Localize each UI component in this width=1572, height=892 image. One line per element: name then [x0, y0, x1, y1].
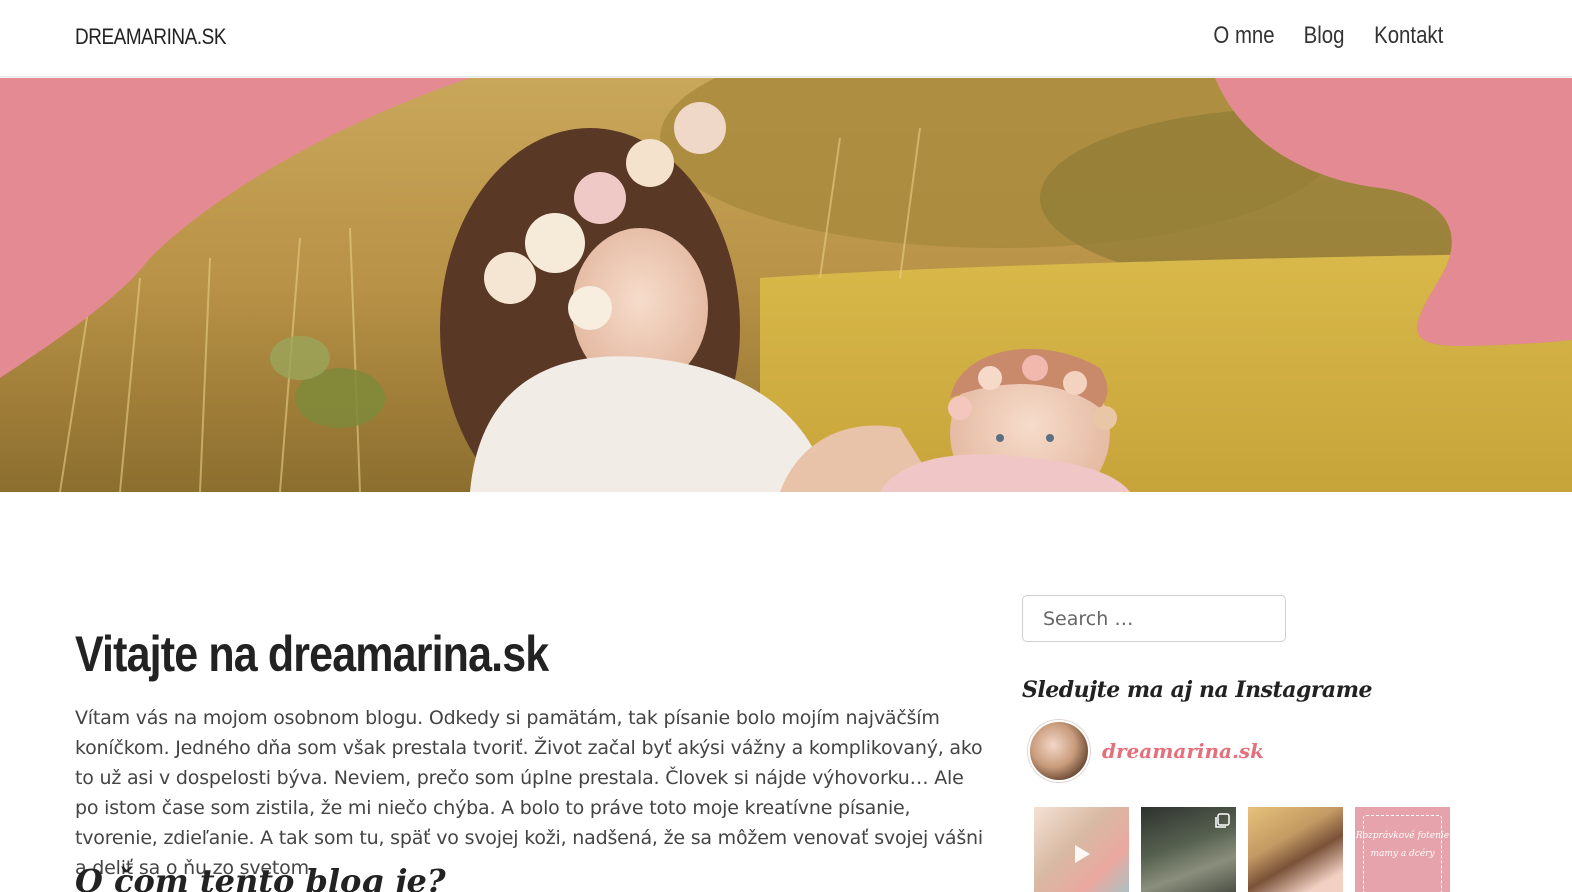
instagram-feed: Rozprávkové fotenie mamy a dcéry: [1034, 807, 1450, 892]
card-text: Rozprávkové fotenie mamy a dcéry: [1355, 831, 1450, 859]
search-input[interactable]: [1022, 595, 1286, 642]
nav-item-blog[interactable]: Blog: [1303, 22, 1344, 50]
instagram-heading: Sledujte ma aj na Instagrame: [1022, 677, 1372, 703]
intro-paragraph: Vítam vás na mojom osobnom blogu. Odkedy…: [75, 707, 983, 879]
avatar[interactable]: [1028, 720, 1090, 782]
hero-banner: [0, 78, 1572, 492]
page-title: Vitajte na dreamarina.sk: [75, 626, 549, 682]
instagram-post[interactable]: Rozprávkové fotenie mamy a dcéry: [1355, 807, 1450, 892]
nav-item-o-mne[interactable]: O mne: [1213, 22, 1274, 50]
nav-item-kontakt[interactable]: Kontakt: [1374, 22, 1443, 50]
site-header: DREAMARINA.SK O mne Blog Kontakt: [0, 0, 1572, 77]
instagram-post[interactable]: [1034, 807, 1129, 892]
section-heading: O čom tento blog je?: [75, 862, 446, 892]
multiple-images-icon: [1215, 813, 1230, 828]
instagram-post[interactable]: [1248, 807, 1343, 892]
instagram-post[interactable]: [1141, 807, 1236, 892]
instagram-username-link[interactable]: dreamarina.sk: [1102, 739, 1264, 763]
play-icon: [1075, 845, 1090, 863]
instagram-profile[interactable]: dreamarina.sk: [1028, 720, 1264, 782]
hero-photo: [0, 78, 1572, 492]
main-nav: O mne Blog Kontakt: [1208, 22, 1449, 50]
site-brand-link[interactable]: DREAMARINA.SK: [75, 24, 226, 50]
